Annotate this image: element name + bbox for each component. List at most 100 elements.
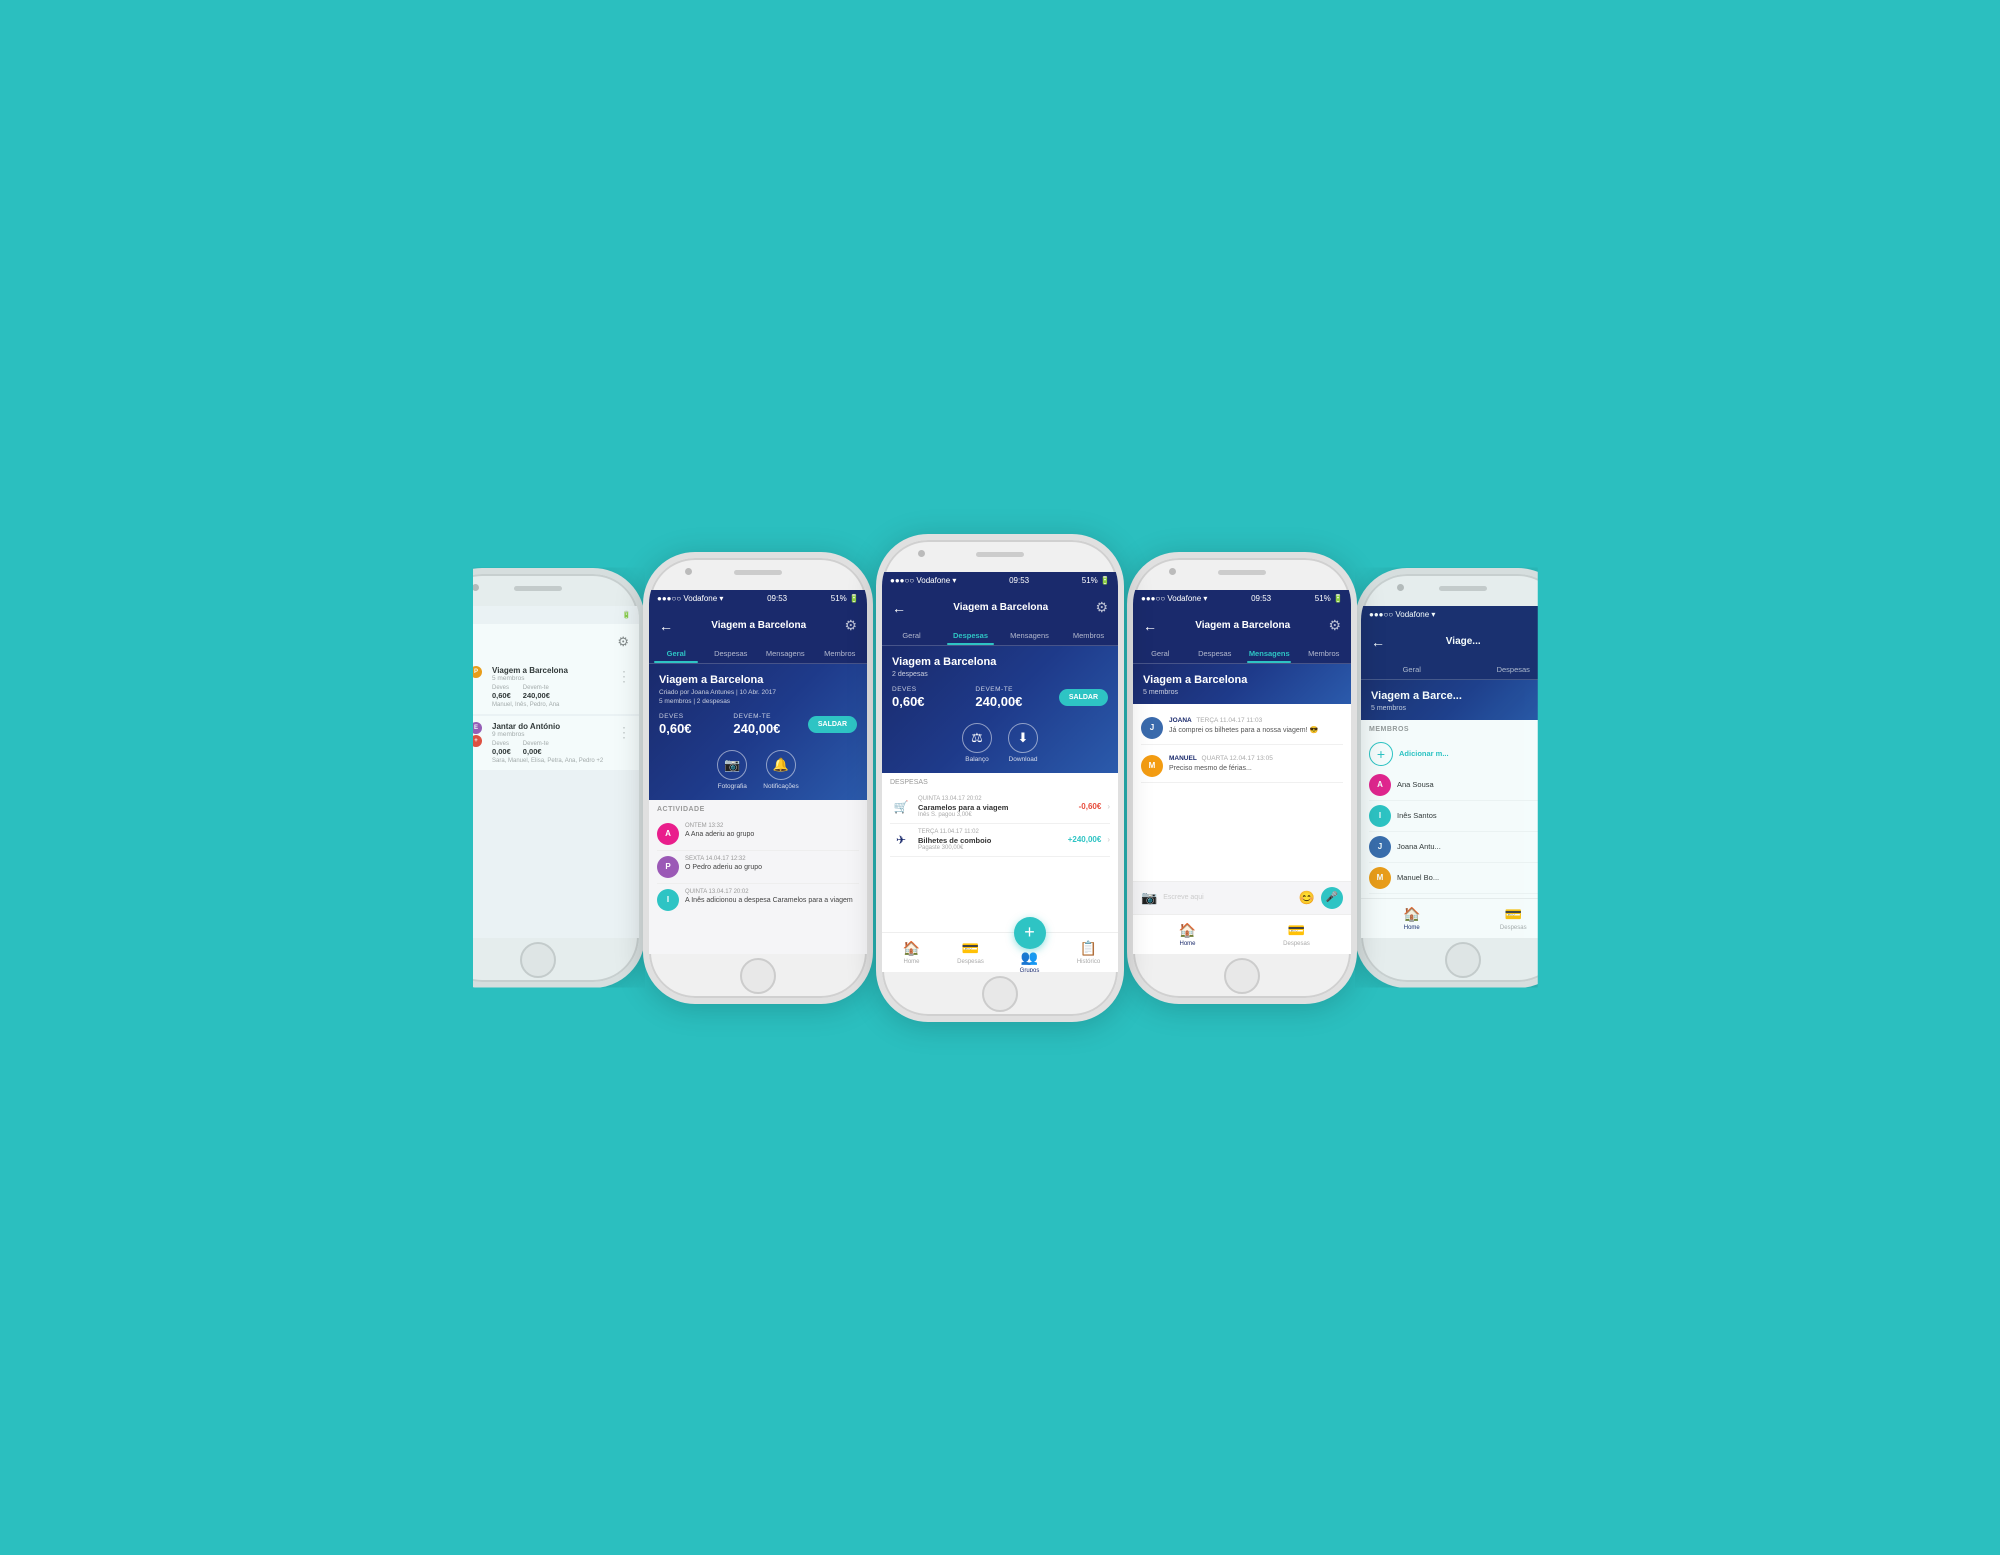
msg-sender-1: JOANA TERÇA 11.04.17 11:03 — [1169, 717, 1318, 724]
devemte-label-2: Devem-te — [523, 741, 549, 747]
fab-button-3[interactable]: + — [1014, 917, 1046, 949]
home-button-1[interactable] — [520, 942, 556, 978]
home-label-3: Home — [903, 959, 919, 965]
activity-section-2: ACTIVIDADE A ONTEM 13:32 A Ana aderiu ao… — [649, 800, 867, 954]
avatar-1: J — [444, 666, 456, 678]
nav-home-5[interactable]: 🏠 Home — [1361, 899, 1463, 938]
nav-grupos-3[interactable]: + 👥 Grupos — [1000, 933, 1059, 972]
back-icon-3[interactable]: ← — [892, 600, 906, 616]
despesas-label-3: Despesas — [957, 959, 984, 965]
tab-despesas-3[interactable]: Despesas — [941, 626, 1000, 645]
back-icon-4[interactable]: ← — [1143, 618, 1157, 634]
tab-membros-2[interactable]: Membros — [813, 644, 868, 663]
member-name-1: Ana Sousa — [1397, 780, 1434, 789]
more-icon-2[interactable]: ⋮ — [617, 724, 631, 741]
back-icon-5[interactable]: ← — [1371, 634, 1385, 650]
list-item-barcelona[interactable]: J I P A Viagem a Barcelona 5 membros Dev… — [436, 660, 639, 714]
message-input-4[interactable]: Escreve aqui — [1163, 894, 1293, 901]
saldar-button-2[interactable]: SALDAR — [808, 716, 857, 733]
nav-historico-3[interactable]: 📋 Histórico — [1059, 933, 1118, 972]
hero-content-2: Viagem a Barcelona Criado por Joana Antu… — [659, 674, 857, 790]
tab-mensagens-3[interactable]: Mensagens — [1000, 626, 1059, 645]
expense-item-2[interactable]: ✈ TERÇA 11.04.17 11:02 Bilhetes de combo… — [890, 824, 1110, 857]
tab-geral-5[interactable]: Geral — [1361, 660, 1463, 679]
status-bar-3: ●●●○○ Vodafone ▾ 09:53 51% 🔋 — [882, 572, 1118, 590]
avatar-2e: A — [457, 735, 469, 747]
expense-date-2: TERÇA 11.04.17 11:02 — [918, 829, 1062, 835]
deves-val-h3: 0,60€ — [892, 694, 965, 709]
nav-title-3: Viagem a Barcelona — [953, 602, 1048, 613]
tab-geral-4[interactable]: Geral — [1133, 644, 1188, 663]
tab-mensagens-4[interactable]: Mensagens — [1242, 644, 1297, 663]
deves-label-1: Deves — [492, 685, 511, 691]
expense-item-1[interactable]: 🛒 QUINTA 13.04.17 20:02 Caramelos para a… — [890, 791, 1110, 824]
hero-amounts-2: DEVES 0,60€ DEVEM-TE 240,00€ SALDAR — [659, 713, 857, 736]
phone-3: ●●●○○ Vodafone ▾ 09:53 51% 🔋 ← Viagem a … — [876, 534, 1124, 1022]
tab-despesas-5[interactable]: Despesas — [1463, 660, 1565, 679]
gear-icon[interactable]: ⚙ — [617, 634, 629, 650]
home-button-5[interactable] — [1445, 942, 1481, 978]
home-button-2[interactable] — [740, 958, 776, 994]
tab-membros-4[interactable]: Membros — [1297, 644, 1352, 663]
avatar-2c: E — [470, 722, 482, 734]
hero-title-3: Viagem a Barcelona — [892, 656, 1108, 668]
member-avatar-2: I — [1369, 805, 1391, 827]
hero-title-4: Viagem a Barcelona — [1143, 674, 1341, 686]
tab-membros-3[interactable]: Membros — [1059, 626, 1118, 645]
more-icon-1[interactable]: ⋮ — [617, 668, 631, 685]
devemte-amount-2: DEVEM-TE 240,00€ — [733, 713, 797, 736]
activity-title-2: ACTIVIDADE — [657, 806, 859, 813]
emoji-icon-4[interactable]: 😊 — [1299, 890, 1315, 906]
member-item-3: J Joana Antu... — [1369, 832, 1556, 863]
devemte-block-1: Devem-te 240,00€ — [523, 685, 550, 700]
nav-home-4[interactable]: 🏠 Home — [1133, 915, 1242, 954]
balanco-action-3[interactable]: ⚖ Balanço — [962, 723, 992, 763]
hero-5: Viagem a Barce... 5 membros — [1361, 680, 1564, 720]
search-icon[interactable]: 🔍 — [446, 632, 466, 652]
members-label-5: MEMBROS — [1369, 726, 1556, 733]
settings-icon-3[interactable]: ⚙ — [1095, 599, 1108, 616]
foto-action-2[interactable]: 📷 Fotografia — [717, 750, 747, 790]
nav-title-4: Viagem a Barcelona — [1195, 620, 1290, 631]
hero-subtitle-4: 5 membros — [1143, 689, 1341, 696]
home-button-3[interactable] — [982, 976, 1018, 1012]
carrier-2: ●●●○○ Vodafone ▾ — [657, 594, 723, 603]
group-members-2: 9 membros — [492, 731, 631, 738]
devemte-label-h2: DEVEM-TE — [733, 713, 797, 720]
phone-bottom-1 — [436, 938, 639, 982]
camera-msg-icon-4[interactable]: 📷 — [1141, 890, 1157, 906]
group-name-2: Jantar do António — [492, 722, 631, 731]
settings-icon-4[interactable]: ⚙ — [1328, 617, 1341, 634]
notif-action-2[interactable]: 🔔 Notificações — [763, 750, 798, 790]
add-member-button-5[interactable]: + Adicionar m... — [1369, 738, 1556, 770]
historico-icon-3: 📋 — [1080, 940, 1097, 957]
back-icon-2[interactable]: ← — [659, 618, 673, 634]
saldar-button-3[interactable]: SALDAR — [1059, 689, 1108, 706]
tab-geral-3[interactable]: Geral — [882, 626, 941, 645]
phone-bottom-2 — [649, 954, 867, 998]
tab-geral-2[interactable]: Geral — [649, 644, 704, 663]
avatar-2a: S — [444, 722, 456, 734]
nav-home-3[interactable]: 🏠 Home — [882, 933, 941, 972]
hero-actions-3: ⚖ Balanço ⬇ Download — [892, 717, 1108, 763]
phones-container: ✦ 51% 🔋 🔍 ⚙ J I P A — [390, 494, 1610, 1062]
download-action-3[interactable]: ⬇ Download — [1008, 723, 1038, 763]
time-3: 09:53 — [1009, 576, 1029, 585]
mic-icon-4[interactable]: 🎤 — [1321, 887, 1343, 909]
msg-time-2: QUARTA 12.04.17 13:05 — [1202, 755, 1273, 762]
front-camera-5 — [1397, 584, 1404, 591]
list-item-jantar[interactable]: S M E P A + Jantar do António 9 membros — [436, 716, 639, 770]
tabs-2: Geral Despesas Mensagens Membros — [649, 644, 867, 664]
tab-mensagens-2[interactable]: Mensagens — [758, 644, 813, 663]
nav-despesas-3[interactable]: 💳 Despesas — [941, 933, 1000, 972]
settings-icon-2[interactable]: ⚙ — [844, 617, 857, 634]
nav-despesas-4[interactable]: 💳 Despesas — [1242, 915, 1351, 954]
avatar-group-1: J I P A — [444, 666, 486, 691]
nav-despesas-5[interactable]: 💳 Despesas — [1463, 899, 1565, 938]
tab-despesas-4[interactable]: Despesas — [1188, 644, 1243, 663]
home-button-4[interactable] — [1224, 958, 1260, 994]
phone-2: ●●●○○ Vodafone ▾ 09:53 51% 🔋 ← Viagem a … — [643, 552, 873, 1004]
tab-despesas-2[interactable]: Despesas — [704, 644, 759, 663]
msg-avatar-2: M — [1141, 755, 1163, 777]
settings-icon-5[interactable]: ⚙ — [1541, 633, 1554, 650]
